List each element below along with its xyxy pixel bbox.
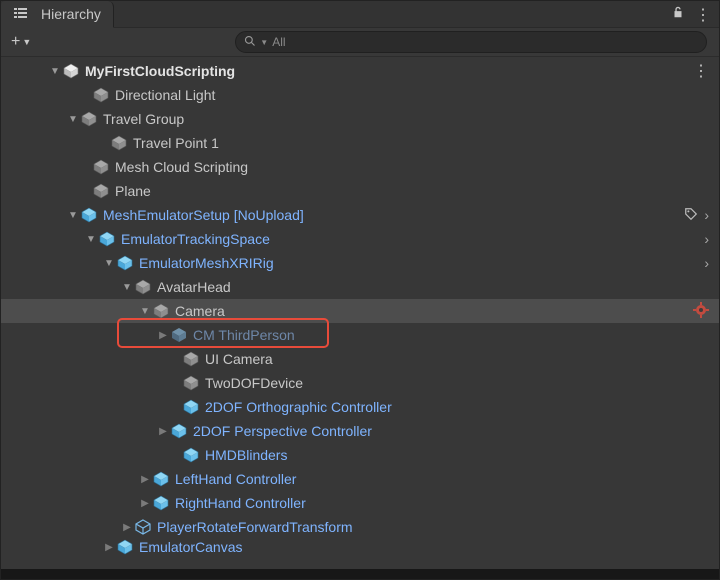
panel-menu-icon[interactable]: ⋮ <box>695 5 709 25</box>
toggle-icon[interactable]: ▼ <box>49 66 61 77</box>
tag-icon[interactable] <box>684 207 698 224</box>
prefab-icon <box>117 255 133 271</box>
prefab-icon <box>99 231 115 247</box>
node-label: Mesh Cloud Scripting <box>115 159 248 175</box>
toggle-icon[interactable]: ▼ <box>121 282 133 293</box>
node-label: EmulatorCanvas <box>139 539 243 555</box>
node-label: Travel Point 1 <box>133 135 219 151</box>
scene-root[interactable]: ▼ MyFirstCloudScripting ⋮ <box>1 59 719 83</box>
node-label: Camera <box>175 303 225 319</box>
prefab-icon <box>153 471 169 487</box>
node-label: Travel Group <box>103 111 184 127</box>
search-placeholder: All <box>272 35 285 49</box>
prefab-icon <box>117 539 133 555</box>
node-label: HMDBlinders <box>205 447 287 463</box>
toggle-icon[interactable]: ▶ <box>139 498 151 509</box>
hierarchy-list-icon <box>13 6 29 22</box>
search-mode-caret[interactable]: ▼ <box>260 38 268 47</box>
node-righthand-controller[interactable]: ▶ RightHand Controller <box>1 491 719 515</box>
node-label: UI Camera <box>205 351 273 367</box>
node-player-rotate-forward[interactable]: ▶ PlayerRotateForwardTransform <box>1 515 719 539</box>
node-two-dof-device[interactable]: TwoDOFDevice <box>1 371 719 395</box>
prefab-icon <box>183 399 199 415</box>
node-directional-light[interactable]: Directional Light <box>1 83 719 107</box>
add-dropdown-caret: ▼ <box>22 37 31 47</box>
prefab-wire-icon <box>135 519 151 535</box>
toggle-icon[interactable]: ▼ <box>67 210 79 221</box>
toggle-icon[interactable]: ▼ <box>85 234 97 245</box>
add-button[interactable]: + ▼ <box>7 33 35 51</box>
node-camera[interactable]: ▼ Camera <box>1 299 719 323</box>
toggle-icon[interactable]: ▶ <box>157 426 169 437</box>
gameobject-icon <box>81 111 97 127</box>
gameobject-icon <box>135 279 151 295</box>
node-label: 2DOF Perspective Controller <box>193 423 372 439</box>
gameobject-icon <box>93 183 109 199</box>
panel-bottom-edge <box>1 569 719 579</box>
scene-name: MyFirstCloudScripting <box>85 63 235 79</box>
node-hmd-blinders[interactable]: HMDBlinders <box>1 443 719 467</box>
toggle-icon[interactable]: ▼ <box>103 258 115 269</box>
toggle-icon[interactable]: ▶ <box>103 542 115 553</box>
node-mesh-cloud-scripting[interactable]: Mesh Cloud Scripting <box>1 155 719 179</box>
node-travel-point-1[interactable]: Travel Point 1 <box>1 131 719 155</box>
node-plane[interactable]: Plane <box>1 179 719 203</box>
node-label: 2DOF Orthographic Controller <box>205 399 392 415</box>
toggle-icon[interactable]: ▶ <box>157 330 169 341</box>
toggle-icon[interactable]: ▼ <box>67 114 79 125</box>
node-label: MeshEmulatorSetup [NoUpload] <box>103 207 304 223</box>
toggle-icon[interactable]: ▼ <box>139 306 151 317</box>
search-input[interactable]: ▼ All <box>235 31 707 53</box>
node-label: EmulatorTrackingSpace <box>121 231 270 247</box>
gameobject-icon <box>111 135 127 151</box>
node-label: EmulatorMeshXRIRig <box>139 255 274 271</box>
node-emulator-mesh-xri-rig[interactable]: ▼ EmulatorMeshXRIRig › <box>1 251 719 275</box>
prefab-icon <box>171 423 187 439</box>
scene-icon <box>63 63 79 79</box>
tab-bar: Hierarchy ⋮ <box>1 1 719 27</box>
toolbar: + ▼ ▼ All <box>1 27 719 57</box>
node-travel-group[interactable]: ▼ Travel Group <box>1 107 719 131</box>
scene-menu-icon[interactable]: ⋮ <box>693 61 709 81</box>
node-avatar-head[interactable]: ▼ AvatarHead <box>1 275 719 299</box>
hierarchy-panel: Hierarchy ⋮ + ▼ ▼ All ▼ MyFirstClo <box>0 0 720 580</box>
node-mesh-emulator-setup[interactable]: ▼ MeshEmulatorSetup [NoUpload] › <box>1 203 719 227</box>
search-icon <box>244 35 256 50</box>
tab-title: Hierarchy <box>41 6 101 22</box>
missing-script-icon <box>693 302 709 321</box>
gameobject-icon <box>183 375 199 391</box>
tree: ▼ MyFirstCloudScripting ⋮ Directional Li… <box>1 57 719 555</box>
open-prefab-icon[interactable]: › <box>704 255 709 271</box>
open-prefab-icon[interactable]: › <box>704 207 709 223</box>
node-label: LeftHand Controller <box>175 471 296 487</box>
open-prefab-icon[interactable]: › <box>704 231 709 247</box>
node-label: Directional Light <box>115 87 215 103</box>
node-cm-thirdperson[interactable]: ▶ CM ThirdPerson <box>1 323 719 347</box>
node-2dof-orthographic[interactable]: 2DOF Orthographic Controller <box>1 395 719 419</box>
node-emulator-canvas[interactable]: ▶ EmulatorCanvas <box>1 539 719 555</box>
gameobject-icon <box>153 303 169 319</box>
prefab-icon <box>81 207 97 223</box>
node-ui-camera[interactable]: UI Camera <box>1 347 719 371</box>
node-label: TwoDOFDevice <box>205 375 303 391</box>
lock-icon[interactable] <box>671 5 685 22</box>
node-emulator-tracking-space[interactable]: ▼ EmulatorTrackingSpace › <box>1 227 719 251</box>
plus-icon: + <box>11 33 20 51</box>
tab-hierarchy[interactable]: Hierarchy <box>1 1 114 28</box>
prefab-icon <box>171 327 187 343</box>
gameobject-icon <box>93 87 109 103</box>
node-label: Plane <box>115 183 151 199</box>
gameobject-icon <box>183 351 199 367</box>
node-2dof-perspective[interactable]: ▶ 2DOF Perspective Controller <box>1 419 719 443</box>
toggle-icon[interactable]: ▶ <box>121 522 133 533</box>
node-label: CM ThirdPerson <box>193 327 295 343</box>
prefab-icon <box>153 495 169 511</box>
node-label: PlayerRotateForwardTransform <box>157 519 353 535</box>
prefab-icon <box>183 447 199 463</box>
node-lefthand-controller[interactable]: ▶ LeftHand Controller <box>1 467 719 491</box>
node-label: AvatarHead <box>157 279 231 295</box>
node-label: RightHand Controller <box>175 495 306 511</box>
toggle-icon[interactable]: ▶ <box>139 474 151 485</box>
gameobject-icon <box>93 159 109 175</box>
